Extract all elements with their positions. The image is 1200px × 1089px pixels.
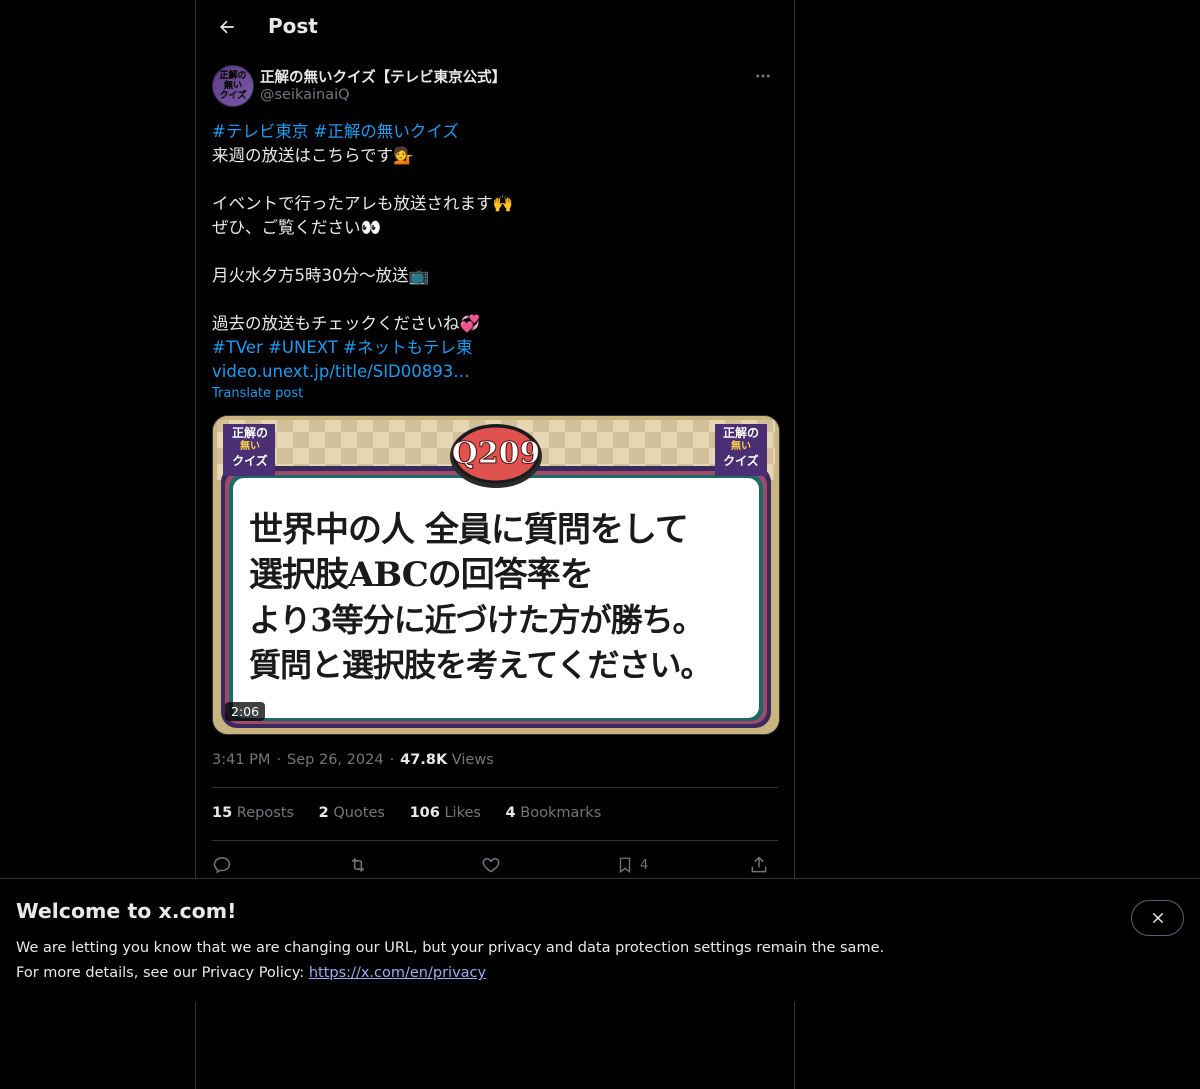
banner-line-2: For more details, see our Privacy Policy… — [16, 961, 884, 986]
avatar-text-1: 正解の — [219, 71, 247, 81]
banner-line-1: We are letting you know that we are chan… — [16, 940, 885, 956]
logo-text-2: 無い — [731, 441, 751, 452]
bookmarks-stat[interactable]: 4 Bookmarks — [506, 805, 602, 821]
avatar-text-3: クイズ — [219, 91, 247, 101]
avatar-text-2: 無い — [223, 81, 242, 91]
question-line: 質問と選択肢を考えてください。 — [249, 646, 712, 684]
question-line: より3等分に近づけた方が勝ち。 — [249, 601, 705, 639]
bookmark-button[interactable]: 4 — [616, 850, 648, 880]
hashtag-link[interactable]: #TVer — [212, 338, 263, 357]
logo-text-1: 正解の — [231, 426, 268, 440]
views-count: 47.8K — [400, 752, 448, 768]
post-line: 過去の放送もチェックくださいね💞 — [212, 314, 481, 333]
post-date[interactable]: Sep 26, 2024 — [287, 752, 384, 768]
quotes-count: 2 — [318, 805, 329, 821]
repost-icon — [351, 858, 365, 872]
reply-button[interactable] — [212, 850, 232, 880]
banner-line-2-text: For more details, see our Privacy Policy… — [16, 965, 309, 981]
post-blank-line — [212, 240, 778, 264]
question-number: Q209 — [451, 436, 541, 472]
post-stats: 15 Reposts 2 Quotes 106 Likes 4 Bookmark… — [212, 805, 621, 821]
heart-icon — [482, 857, 500, 873]
logo-text-3: クイズ — [232, 454, 268, 468]
question-text: 世界中の人 全員に質問をして 選択肢ABCの回答率を より3等分に近づけた方が勝… — [249, 508, 755, 688]
more-horizontal-icon — [756, 74, 770, 78]
share-icon — [751, 856, 767, 873]
likes-stat[interactable]: 106 Likes — [410, 805, 481, 821]
separator-dot: · — [276, 752, 282, 768]
divider — [212, 787, 778, 788]
reposts-label: Reposts — [236, 805, 295, 821]
banner-title: Welcome to x.com! — [16, 899, 237, 923]
close-banner-button[interactable] — [1131, 900, 1184, 936]
separator-dot: · — [389, 752, 395, 768]
post-line: 月火水夕方5時30分〜放送📺 — [212, 266, 430, 285]
page-title: Post — [268, 14, 318, 38]
avatar[interactable]: 正解の 無い クイズ — [212, 65, 254, 107]
likes-label: Likes — [444, 805, 481, 821]
share-button[interactable] — [749, 850, 769, 880]
hashtag-link[interactable]: #ネットもテレ東 — [343, 338, 472, 357]
reposts-stat[interactable]: 15 Reposts — [212, 805, 294, 821]
question-line: 選択肢ABCの回答率を — [249, 555, 594, 595]
post-actions: 4 — [212, 850, 778, 880]
back-button[interactable] — [210, 10, 244, 44]
post-line: 来週の放送はこちらです💁 — [212, 146, 414, 165]
question-line: 世界中の人 全員に質問をして — [249, 510, 689, 550]
post-line: イベントで行ったアレも放送されます🙌 — [212, 194, 514, 213]
logo-text-1: 正解の — [722, 426, 759, 440]
top-bar: Post — [196, 0, 794, 54]
post-line-hashtags-1: #テレビ東京 #正解の無いクイズ — [212, 120, 778, 144]
post-url-link[interactable]: video.unext.jp/title/SID00893… — [212, 360, 778, 384]
post-text: #テレビ東京 #正解の無いクイズ 来週の放送はこちらです💁 イベントで行ったアレ… — [212, 120, 778, 384]
more-options-button[interactable] — [748, 64, 778, 88]
post-blank-line — [212, 288, 778, 312]
hashtag-link[interactable]: #正解の無いクイズ — [314, 122, 459, 141]
hashtag-link[interactable]: #UNEXT — [268, 338, 338, 357]
like-button[interactable] — [481, 850, 501, 880]
video-duration: 2:06 — [225, 702, 266, 721]
logo-text-2: 無い — [240, 441, 260, 452]
bookmarks-count: 4 — [505, 805, 516, 821]
author-display-name[interactable]: 正解の無いクイズ【テレビ東京公式】 — [260, 66, 506, 87]
reposts-count: 15 — [212, 805, 233, 821]
bookmarks-label: Bookmarks — [520, 805, 602, 821]
bookmark-icon — [619, 857, 631, 874]
quotes-stat[interactable]: 2 Quotes — [319, 805, 385, 821]
post-line: ぜひ、ご覧ください👀 — [212, 218, 382, 237]
divider — [212, 840, 778, 841]
reply-icon — [213, 857, 231, 874]
media-logo-right: 正解の 無い クイズ — [716, 426, 766, 468]
arrow-left-icon — [220, 20, 234, 34]
views-label: Views — [451, 752, 494, 768]
privacy-policy-link[interactable]: https://x.com/en/privacy — [309, 965, 486, 981]
post-blank-line — [212, 168, 778, 192]
post-author: 正解の 無い クイズ 正解の無いクイズ【テレビ東京公式】 @seikainaiQ — [212, 64, 778, 108]
hashtag-link[interactable]: #テレビ東京 — [212, 122, 308, 141]
translate-post-link[interactable]: Translate post — [212, 386, 303, 401]
author-handle[interactable]: @seikainaiQ — [260, 87, 350, 103]
welcome-banner: Welcome to x.com! We are letting you kno… — [0, 878, 1200, 1002]
logo-text-3: クイズ — [723, 454, 759, 468]
video-thumbnail[interactable]: 正解の 無い クイズ 正解の 無い クイズ Q209 世界中の人 全員に質問をし… — [212, 415, 780, 735]
close-icon — [1152, 912, 1163, 924]
post-line-hashtags-2: #TVer #UNEXT #ネットもテレ東 — [212, 336, 778, 360]
bookmark-count: 4 — [640, 857, 649, 873]
post-time[interactable]: 3:41 PM — [212, 752, 270, 768]
quotes-label: Quotes — [333, 805, 385, 821]
banner-body: We are letting you know that we are chan… — [16, 936, 884, 986]
post-meta: 3:41 PM · Sep 26, 2024 · 47.8K Views — [212, 752, 494, 768]
repost-button[interactable] — [347, 850, 369, 880]
likes-count: 106 — [409, 805, 440, 821]
media-logo-left: 正解の 無い クイズ — [225, 426, 275, 468]
